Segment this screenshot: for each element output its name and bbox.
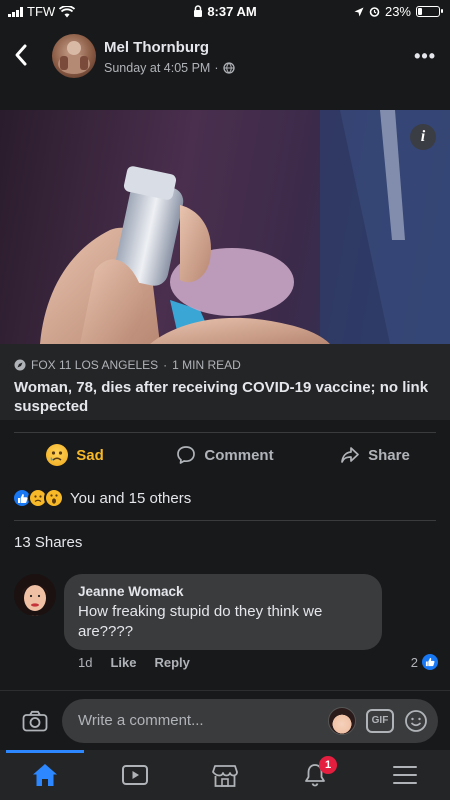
comment-icon (177, 446, 196, 464)
shares-count[interactable]: 13 Shares (14, 534, 82, 551)
alarm-icon (369, 7, 380, 17)
link-preview-card[interactable]: FOX 11 LOS ANGELES · 1 MIN READ Woman, 7… (0, 344, 450, 420)
status-bar: TFW 8:37 AM 23% (0, 0, 450, 24)
post-meta: Sunday at 4:05 PM · (104, 61, 235, 75)
reaction-label: Sad (76, 446, 104, 464)
comment-like-count[interactable]: 2 (411, 654, 438, 670)
clock-time: 8:37 AM (207, 4, 257, 19)
comment-reply-button[interactable]: Reply (154, 655, 189, 670)
location-arrow-icon (354, 7, 364, 16)
camera-icon[interactable] (22, 710, 48, 732)
watch-video-icon (122, 765, 148, 785)
commenter-name[interactable]: Jeanne Womack (78, 584, 368, 599)
battery-percent: 23% (384, 4, 411, 19)
link-headline[interactable]: Woman, 78, dies after receiving COVID-19… (14, 378, 436, 416)
tab-notifications[interactable]: 1 (270, 750, 360, 800)
marketplace-icon (212, 765, 238, 787)
compass-icon (14, 359, 26, 371)
commenter-photo (14, 574, 56, 616)
status-right: 23% (354, 4, 443, 19)
reactions-summary[interactable]: You and 15 others (12, 487, 191, 509)
battery-icon (416, 6, 443, 17)
comment-input-placeholder: Write a comment... (78, 712, 204, 729)
avatar-sticker-icon[interactable] (328, 707, 356, 735)
tab-menu[interactable] (360, 750, 450, 800)
post-timestamp[interactable]: Sunday at 4:05 PM (104, 61, 210, 75)
divider (14, 520, 436, 521)
gif-button[interactable]: GIF (366, 709, 394, 733)
tab-marketplace[interactable] (180, 750, 270, 800)
post-header: Mel Thornburg Sunday at 4:05 PM · ••• (0, 28, 450, 86)
vaccine-vial-photo (40, 110, 450, 344)
comment-like-number: 2 (410, 654, 418, 670)
meta-separator: · (214, 61, 219, 75)
more-options-button[interactable]: ••• (414, 46, 436, 67)
globe-icon (222, 62, 235, 74)
tab-watch[interactable] (90, 750, 180, 800)
link-source: FOX 11 LOS ANGELES (31, 358, 159, 372)
comment-composer: Write a comment... GIF (0, 690, 450, 750)
share-button[interactable]: Share (300, 436, 450, 474)
lock-icon (194, 5, 203, 17)
bottom-tab-bar: 1 (0, 750, 450, 800)
commenter-avatar[interactable] (14, 574, 56, 616)
hamburger-menu-icon (393, 766, 417, 784)
comment-label: Comment (204, 446, 274, 464)
comment-button[interactable]: Comment (150, 436, 300, 474)
divider (14, 432, 436, 433)
reactions-count: You and 15 others (70, 489, 192, 507)
comment-bubble[interactable]: Jeanne Womack How freaking stupid do the… (64, 574, 382, 650)
reaction-sad-button[interactable]: Sad (0, 436, 150, 474)
home-icon (33, 764, 57, 786)
battery-fill (418, 8, 422, 15)
link-source-row: FOX 11 LOS ANGELES · 1 MIN READ (14, 358, 436, 372)
source-separator: · (163, 358, 168, 372)
notifications-badge: 1 (319, 756, 337, 774)
comment-input[interactable]: Write a comment... GIF (62, 699, 438, 743)
share-label: Share (368, 446, 410, 464)
tab-home[interactable] (0, 750, 90, 800)
share-icon (341, 447, 359, 463)
comment-text: How freaking stupid do they think we are… (78, 603, 323, 640)
link-preview-image[interactable]: i (0, 110, 450, 344)
post-author-name[interactable]: Mel Thornburg (104, 39, 209, 56)
author-avatar[interactable] (52, 34, 96, 78)
link-read-time: 1 MIN READ (172, 358, 241, 372)
post-actions: Sad Comment Share (0, 436, 450, 474)
sad-emoji-icon (46, 444, 69, 466)
comment-like-button[interactable]: Like (110, 655, 136, 670)
info-icon[interactable]: i (410, 124, 436, 150)
back-button[interactable] (14, 40, 38, 70)
like-badge-icon (422, 654, 438, 670)
more-dots-icon: ••• (414, 46, 436, 66)
wow-reaction-icon (44, 488, 64, 508)
chevron-left-icon (15, 44, 27, 66)
emoji-icon[interactable] (404, 709, 428, 733)
comment-meta: 1d Like Reply (78, 655, 190, 670)
comment-age: 1d (78, 655, 93, 670)
avatar-photo (58, 41, 90, 74)
